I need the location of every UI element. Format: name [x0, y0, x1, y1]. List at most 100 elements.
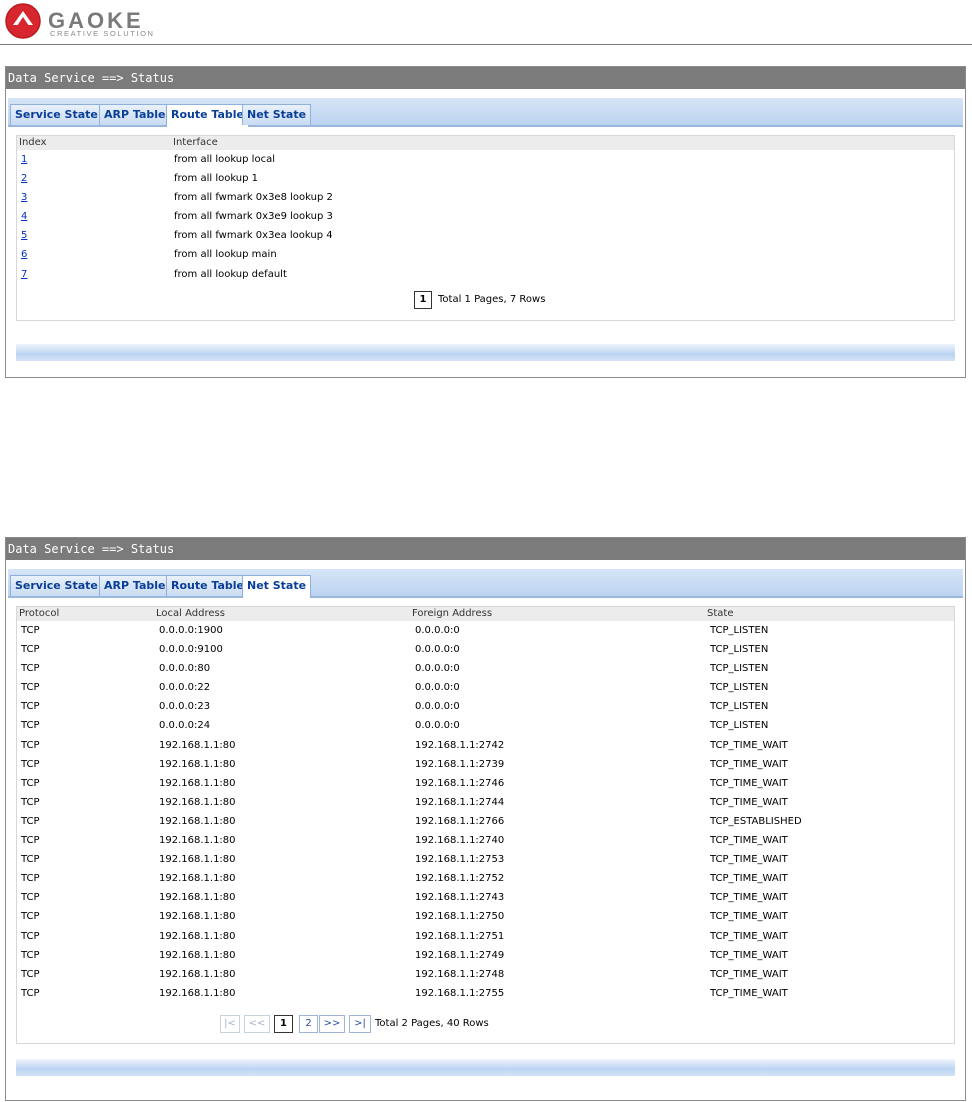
- protocol-cell: TCP: [21, 949, 40, 961]
- state-cell: TCP_TIME_WAIT: [710, 911, 788, 923]
- table-row: TCP 192.168.1.1:80 192.168.1.1:2740 TCP_TIM…: [17, 831, 954, 850]
- protocol-cell: TCP: [21, 968, 40, 980]
- state-cell: TCP_LISTEN: [710, 720, 769, 732]
- table-header: Index Interface: [17, 136, 954, 150]
- route-interface: from all lookup 1: [174, 173, 259, 185]
- tab-bar: Service State ARP Table Route Table Net …: [8, 98, 963, 127]
- protocol-cell: TCP: [21, 682, 40, 694]
- state-cell: TCP_LISTEN: [710, 663, 769, 675]
- route-index-link[interactable]: 5: [21, 226, 27, 245]
- foreign-address-cell: 192.168.1.1:2740: [415, 835, 505, 847]
- route-interface: from all lookup local: [174, 154, 275, 165]
- first-page-button: |<: [220, 1015, 240, 1033]
- foreign-address-cell: 0.0.0.0:0: [415, 625, 460, 636]
- state-cell: TCP_LISTEN: [710, 701, 769, 713]
- local-address-cell: 192.168.1.1:80: [159, 987, 236, 999]
- protocol-cell: TCP: [21, 987, 40, 999]
- foreign-address-cell: 192.168.1.1:2766: [415, 815, 505, 827]
- table-row: TCP 192.168.1.1:80 192.168.1.1:2744 TCP_TIM…: [17, 793, 954, 812]
- tab-arp-table[interactable]: ARP Table: [99, 104, 171, 125]
- table-row: TCP 0.0.0.0:80 0.0.0.0:0 TCP_LISTEN: [17, 659, 954, 678]
- local-address-cell: 192.168.1.1:80: [159, 739, 236, 751]
- route-index-link[interactable]: 4: [21, 207, 27, 226]
- route-index-link[interactable]: 1: [21, 150, 27, 169]
- foreign-address-cell: 192.168.1.1:2750: [415, 911, 505, 923]
- local-address-cell: 0.0.0.0:80: [159, 663, 211, 675]
- state-cell: TCP_TIME_WAIT: [710, 739, 788, 751]
- local-address-cell: 0.0.0.0:23: [159, 701, 211, 713]
- table-row: TCP 192.168.1.1:80 192.168.1.1:2749 TCP_TIM…: [17, 946, 954, 965]
- route-interface: from all lookup default: [174, 268, 287, 280]
- tab-service-state[interactable]: Service State: [10, 575, 103, 596]
- state-cell: TCP_LISTEN: [710, 682, 769, 694]
- route-interface: from all fwmark 0x3e9 lookup 3: [174, 211, 333, 223]
- table-row: 3 from all fwmark 0x3e8 lookup 2: [17, 188, 954, 207]
- tab-net-state[interactable]: Net State: [242, 104, 312, 125]
- table-row: 5 from all fwmark 0x3ea lookup 4: [17, 226, 954, 245]
- route-index-link[interactable]: 2: [21, 169, 27, 188]
- route-interface: from all fwmark 0x3e8 lookup 2: [174, 192, 333, 204]
- state-cell: TCP_LISTEN: [710, 644, 769, 656]
- state-cell: TCP_TIME_WAIT: [710, 758, 788, 770]
- table-row: TCP 192.168.1.1:80 192.168.1.1:2752 TCP_TIM…: [17, 869, 954, 888]
- foreign-address-cell: 192.168.1.1:2748: [415, 968, 505, 980]
- state-cell: TCP_ESTABLISHED: [710, 815, 802, 827]
- protocol-cell: TCP: [21, 911, 40, 923]
- panel-footer-bar: [16, 1059, 955, 1076]
- page-button-current[interactable]: 1: [414, 291, 432, 309]
- local-address-cell: 192.168.1.1:80: [159, 873, 236, 885]
- column-header-protocol: Protocol: [19, 608, 60, 619]
- local-address-cell: 0.0.0.0:22: [159, 682, 211, 694]
- column-header-interface: Interface: [173, 137, 218, 148]
- table-row: 6 from all lookup main: [17, 245, 954, 264]
- last-page-button[interactable]: >|: [349, 1015, 371, 1033]
- tab-arp-table[interactable]: ARP Table: [99, 575, 171, 596]
- state-cell: TCP_TIME_WAIT: [710, 873, 788, 885]
- pager-summary: Total 1 Pages, 7 Rows: [438, 294, 546, 305]
- protocol-cell: TCP: [21, 873, 40, 885]
- table-row: TCP 192.168.1.1:80 192.168.1.1:2746 TCP_TIM…: [17, 774, 954, 793]
- net-state-panel: Data Service ==> Status Service State AR…: [5, 537, 966, 1101]
- page-button-2[interactable]: 2: [299, 1015, 318, 1033]
- local-address-cell: 192.168.1.1:80: [159, 911, 236, 923]
- protocol-cell: TCP: [21, 701, 40, 713]
- route-index-link[interactable]: 6: [21, 245, 27, 264]
- route-table: Index Interface 1 from all lookup local 2 f…: [16, 135, 955, 321]
- local-address-cell: 192.168.1.1:80: [159, 968, 236, 980]
- protocol-cell: TCP: [21, 835, 40, 847]
- route-index-link[interactable]: 7: [21, 265, 27, 284]
- tab-route-table[interactable]: Route Table: [166, 104, 250, 127]
- route-interface: from all fwmark 0x3ea lookup 4: [174, 230, 333, 242]
- foreign-address-cell: 0.0.0.0:0: [415, 682, 460, 694]
- protocol-cell: TCP: [21, 815, 40, 827]
- local-address-cell: 192.168.1.1:80: [159, 777, 236, 789]
- foreign-address-cell: 192.168.1.1:2744: [415, 796, 505, 808]
- net-pager: |< << 1 2 >> >| Total 2 Pages, 40 Rows: [220, 1015, 620, 1033]
- table-row: TCP 192.168.1.1:80 192.168.1.1:2743 TCP_TIM…: [17, 888, 954, 907]
- foreign-address-cell: 192.168.1.1:2753: [415, 854, 505, 866]
- state-cell: TCP_TIME_WAIT: [710, 777, 788, 789]
- panel-title: Data Service ==> Status: [6, 67, 965, 89]
- foreign-address-cell: 192.168.1.1:2746: [415, 777, 505, 789]
- state-cell: TCP_TIME_WAIT: [710, 796, 788, 808]
- table-row: TCP 192.168.1.1:80 192.168.1.1:2742 TCP_TIM…: [17, 736, 954, 755]
- tab-net-state[interactable]: Net State: [242, 575, 312, 598]
- tab-route-table[interactable]: Route Table: [166, 575, 250, 596]
- table-row: TCP 192.168.1.1:80 192.168.1.1:2751 TCP_TIM…: [17, 927, 954, 946]
- local-address-cell: 0.0.0.0:1900: [159, 625, 223, 636]
- column-header-local-address: Local Address: [156, 608, 225, 619]
- protocol-cell: TCP: [21, 796, 40, 808]
- foreign-address-cell: 192.168.1.1:2751: [415, 930, 505, 942]
- tab-bar: Service State ARP Table Route Table Net …: [8, 569, 963, 598]
- protocol-cell: TCP: [21, 739, 40, 751]
- state-cell: TCP_TIME_WAIT: [710, 949, 788, 961]
- route-rows: 1 from all lookup local 2 from all lookup 1…: [17, 150, 954, 284]
- tab-service-state[interactable]: Service State: [10, 104, 103, 125]
- state-cell: TCP_LISTEN: [710, 625, 769, 636]
- next-page-button[interactable]: >>: [319, 1015, 345, 1033]
- page-button-1[interactable]: 1: [274, 1015, 293, 1033]
- state-cell: TCP_TIME_WAIT: [710, 892, 788, 904]
- state-cell: TCP_TIME_WAIT: [710, 930, 788, 942]
- route-index-link[interactable]: 3: [21, 188, 27, 207]
- local-address-cell: 192.168.1.1:80: [159, 854, 236, 866]
